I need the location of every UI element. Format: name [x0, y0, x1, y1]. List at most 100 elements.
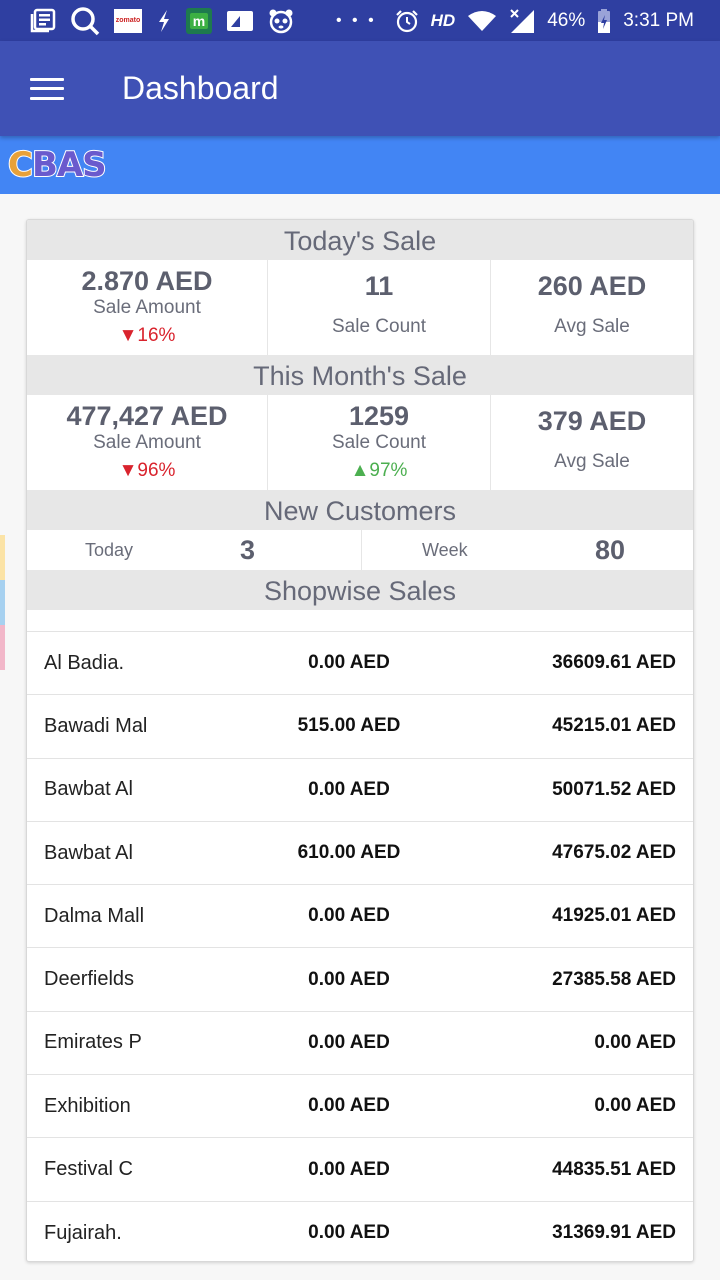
shop-month-sale: 44835.51 AED	[552, 1158, 676, 1180]
clock: 3:31 PM	[623, 9, 694, 31]
shop-month-sale: 47675.02 AED	[552, 842, 676, 864]
shopwise-table: Al Badia. 0.00 AED 36609.61 AED Bawadi Mal 5…	[27, 632, 693, 1261]
no-signal-icon	[509, 7, 535, 35]
shop-name: Al Badia.	[44, 651, 125, 674]
shop-row[interactable]: Festival C 0.00 AED 44835.51 AED	[27, 1138, 693, 1202]
shop-name: Fujairah.	[44, 1221, 122, 1244]
shop-name: Bawadi Mal	[44, 714, 148, 737]
shop-name: Deerfields	[44, 968, 135, 991]
panda-icon	[268, 7, 294, 35]
today-avg-sale-label: Avg Sale	[554, 316, 630, 337]
month-sale-count-change: ▲97%	[350, 460, 408, 481]
new-customers-week: Week 80	[362, 530, 693, 570]
shop-row[interactable]: Emirates P 0.00 AED 0.00 AED	[27, 1012, 693, 1076]
month-sale-stats: 477,427 AED Sale Amount ▼96% 1259 Sale C…	[27, 395, 693, 490]
m-app-icon: m	[186, 7, 212, 34]
shop-month-sale: 31369.91 AED	[552, 1222, 676, 1244]
shop-today-sale: 0.00 AED	[308, 778, 390, 800]
today-avg-sale-value: 260 AED	[537, 271, 647, 301]
month-sale-count: 1259 Sale Count ▲97%	[267, 395, 490, 490]
month-avg-sale-label: Avg Sale	[554, 451, 630, 472]
shop-today-sale: 0.00 AED	[308, 1158, 390, 1180]
battery-charging-icon	[597, 7, 611, 35]
photo-icon	[226, 7, 254, 35]
hd-voice-label: HD	[430, 10, 456, 30]
shop-month-sale: 45215.01 AED	[552, 715, 676, 737]
shop-today-sale: 0.00 AED	[308, 1031, 390, 1053]
edge-tab-blue[interactable]	[0, 580, 5, 625]
shopwise-sales-heading: Shopwise Sales	[27, 570, 693, 610]
news-icon	[30, 7, 56, 35]
new-customers-week-label: Week	[422, 539, 468, 560]
today-sale-amount-value: 2.870 AED	[81, 266, 213, 296]
brand-strip: CBAS	[0, 136, 720, 194]
shop-row[interactable]: Fujairah. 0.00 AED 31369.91 AED	[27, 1202, 693, 1261]
status-bar: zomato m • • • HD 46% 3:31 PM	[0, 0, 720, 41]
shop-month-sale: 0.00 AED	[594, 1031, 676, 1053]
shop-row[interactable]: Bawadi Mal 515.00 AED 45215.01 AED	[27, 695, 693, 759]
month-avg-sale: 379 AED Avg Sale	[490, 395, 693, 490]
today-sale-amount-label: Sale Amount	[93, 297, 201, 318]
month-sale-heading: This Month's Sale	[27, 355, 693, 395]
app-bar: Dashboard	[0, 41, 720, 136]
shop-month-sale: 36609.61 AED	[552, 652, 676, 674]
today-sale-amount-change: ▼16%	[118, 325, 176, 346]
shop-today-sale: 0.00 AED	[308, 905, 390, 927]
new-customers-heading: New Customers	[27, 490, 693, 530]
shop-row[interactable]: Al Badia. 0.00 AED 36609.61 AED	[27, 632, 693, 696]
today-sale-count: 11 Sale Count	[267, 260, 490, 355]
shop-row[interactable]: Dalma Mall 0.00 AED 41925.01 AED	[27, 885, 693, 949]
edge-tab-pink[interactable]	[0, 625, 5, 670]
search-icon	[70, 6, 100, 35]
new-customers-week-value: 80	[595, 534, 626, 565]
shop-row[interactable]: Bawbat Al 0.00 AED 50071.52 AED	[27, 759, 693, 822]
shop-name: Festival C	[44, 1158, 133, 1181]
logo-letter-c: C	[7, 144, 34, 186]
alarm-icon	[395, 7, 419, 35]
month-sale-amount-value: 477,427 AED	[66, 401, 228, 431]
battery-percent: 46%	[547, 9, 586, 31]
shop-name: Dalma Mall	[44, 904, 145, 927]
shop-name: Exhibition	[44, 1094, 131, 1117]
shop-month-sale: 27385.58 AED	[552, 968, 676, 990]
shop-today-sale: 0.00 AED	[308, 652, 390, 674]
today-sale-count-value: 11	[364, 271, 394, 301]
zomato-icon: zomato	[114, 8, 142, 33]
shop-name: Emirates P	[44, 1031, 142, 1054]
logo-letters: BAS	[31, 144, 108, 186]
shop-today-sale: 610.00 AED	[297, 842, 401, 864]
dashboard-card: Today's Sale 2.870 AED Sale Amount ▼16% …	[26, 219, 694, 1262]
todays-sale-heading: Today's Sale	[27, 220, 693, 260]
new-customers-row: Today 3 Week 80	[27, 530, 693, 570]
shop-row[interactable]: Exhibition 0.00 AED 0.00 AED	[27, 1075, 693, 1139]
menu-icon[interactable]	[30, 77, 64, 100]
shop-today-sale: 0.00 AED	[308, 1222, 390, 1244]
today-sale-amount: 2.870 AED Sale Amount ▼16%	[27, 260, 267, 355]
month-sale-count-label: Sale Count	[331, 432, 426, 453]
today-sale-count-label: Sale Count	[331, 316, 426, 337]
shop-today-sale: 515.00 AED	[297, 715, 401, 737]
shop-today-sale: 0.00 AED	[308, 1095, 390, 1117]
month-sale-amount: 477,427 AED Sale Amount ▼96%	[27, 395, 267, 490]
month-sale-amount-change: ▼96%	[118, 460, 176, 481]
shop-month-sale: 41925.01 AED	[552, 905, 676, 927]
new-customers-today: Today 3	[27, 530, 362, 570]
shop-row[interactable]: Deerfields 0.00 AED 27385.58 AED	[27, 948, 693, 1012]
edge-tab-yellow[interactable]	[0, 535, 5, 580]
new-customers-today-label: Today	[85, 539, 134, 560]
shopwise-table-header	[27, 610, 693, 632]
month-avg-sale-value: 379 AED	[537, 406, 647, 436]
shop-today-sale: 0.00 AED	[308, 968, 390, 990]
todays-sale-stats: 2.870 AED Sale Amount ▼16% 11 Sale Count…	[27, 260, 693, 355]
shop-row[interactable]: Bawbat Al 610.00 AED 47675.02 AED	[27, 822, 693, 886]
wifi-icon	[467, 7, 497, 35]
page-title: Dashboard	[122, 70, 279, 106]
cbas-logo: CBAS	[7, 144, 108, 186]
flash-icon	[156, 7, 172, 35]
today-avg-sale: 260 AED Avg Sale	[490, 260, 693, 355]
month-sale-amount-label: Sale Amount	[93, 432, 201, 453]
m-app-label: m	[190, 12, 208, 29]
shop-month-sale: 50071.52 AED	[552, 778, 676, 800]
shop-month-sale: 0.00 AED	[594, 1095, 676, 1117]
shop-name: Bawbat Al	[44, 778, 133, 801]
